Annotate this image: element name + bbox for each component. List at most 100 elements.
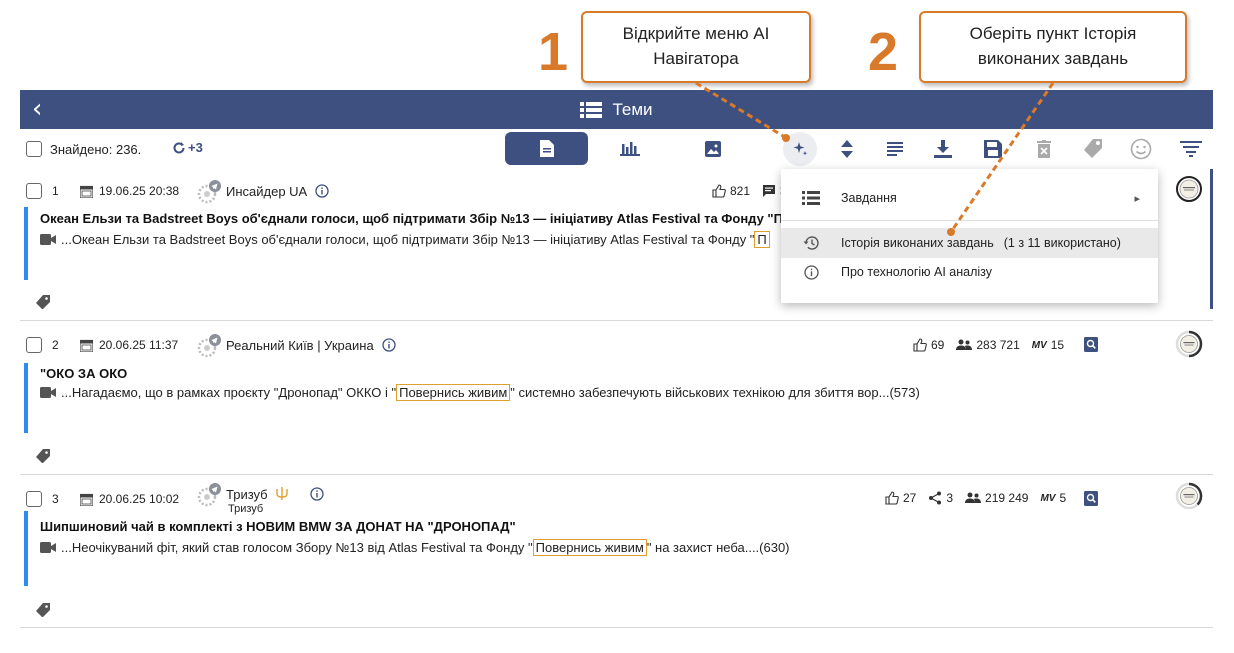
item-date: 20.06.25 11:37 bbox=[80, 338, 178, 352]
info-icon[interactable] bbox=[309, 487, 324, 501]
item-source[interactable]: Тризуб bbox=[196, 483, 324, 507]
refresh-button[interactable]: +3 bbox=[172, 140, 203, 155]
source-subtitle: Тризуб bbox=[228, 503, 264, 515]
source-avatar bbox=[196, 483, 221, 507]
tag-button[interactable] bbox=[1076, 133, 1110, 165]
source-avatar bbox=[196, 180, 221, 204]
search-doc-icon[interactable] bbox=[1084, 491, 1098, 506]
tab-analytics[interactable] bbox=[588, 132, 671, 165]
item-meta: 3 20.06.25 10:02 bbox=[26, 491, 179, 507]
tag-icon[interactable] bbox=[36, 295, 50, 309]
menu-item-usage: (1 з 11 використано) bbox=[1003, 236, 1121, 250]
item-number: 1 bbox=[52, 184, 59, 198]
relevance-bar bbox=[24, 207, 28, 280]
save-button[interactable] bbox=[976, 133, 1010, 165]
score-badge-icon bbox=[1176, 176, 1202, 202]
filter-button[interactable] bbox=[1174, 133, 1208, 165]
telegram-source-icon bbox=[197, 180, 221, 204]
video-icon bbox=[40, 542, 56, 553]
document-icon bbox=[539, 140, 554, 157]
share-icon bbox=[929, 491, 942, 505]
search-doc-icon[interactable] bbox=[1084, 337, 1098, 352]
calendar-icon bbox=[80, 493, 93, 506]
menu-item-history[interactable]: Історія виконаних завдань (1 з 11 викори… bbox=[781, 228, 1158, 258]
text-view-button[interactable] bbox=[878, 133, 912, 165]
item-source[interactable]: Реальний Київ | Украина bbox=[196, 334, 396, 358]
comment-icon bbox=[763, 185, 776, 197]
telegram-source-icon bbox=[197, 334, 221, 358]
telegram-source-icon bbox=[197, 483, 221, 507]
callout-2-text: Оберіть пункт Історія виконаних завдань bbox=[919, 11, 1187, 83]
sentiment-button[interactable] bbox=[1124, 133, 1158, 165]
header-bar: ‹ Теми bbox=[20, 90, 1213, 129]
text-icon bbox=[887, 142, 903, 156]
score-badge-icon bbox=[1175, 330, 1203, 358]
item-stats: 69 283 721 MV 15 bbox=[913, 338, 1064, 352]
source-name: Реальний Київ | Украина bbox=[226, 337, 374, 353]
keyword-highlight: П bbox=[754, 231, 770, 248]
item-meta: 1 19.06.25 20:38 bbox=[26, 183, 179, 199]
ai-navigator-button[interactable] bbox=[783, 132, 817, 166]
tag-icon[interactable] bbox=[36, 449, 50, 463]
item-checkbox[interactable] bbox=[26, 183, 42, 199]
like-icon bbox=[913, 338, 927, 352]
found-label: Знайдено: 236. bbox=[50, 141, 142, 157]
tab-images[interactable] bbox=[671, 132, 754, 165]
delete-icon bbox=[1037, 140, 1051, 158]
calendar-icon bbox=[80, 339, 93, 352]
callout-2-number: 2 bbox=[868, 22, 899, 82]
download-button[interactable] bbox=[926, 133, 960, 165]
mv-label: MV bbox=[1031, 339, 1047, 351]
info-icon[interactable] bbox=[315, 184, 329, 198]
info-icon[interactable] bbox=[382, 338, 396, 352]
sort-icon bbox=[841, 140, 853, 158]
refresh-label: +3 bbox=[188, 140, 203, 155]
chevron-right-icon: ▸ bbox=[1134, 192, 1140, 205]
item-number: 3 bbox=[52, 492, 59, 506]
sort-button[interactable] bbox=[830, 133, 864, 165]
item-title[interactable]: Океан Ельзи та Badstreet Boys об'єднали … bbox=[40, 211, 814, 226]
score-badge-icon bbox=[1175, 482, 1203, 510]
list-item[interactable]: 3 20.06.25 10:02 Тризуб Тризуб 27 3 219 … bbox=[20, 475, 1213, 628]
menu-divider bbox=[781, 220, 1158, 221]
filter-icon bbox=[1180, 141, 1202, 157]
header-title: Теми bbox=[612, 99, 653, 119]
keyword-highlight: Повернись живим bbox=[396, 384, 511, 401]
item-text: ...Неочікуваний фіт, який став голосом З… bbox=[40, 539, 790, 556]
item-source[interactable]: Инсайдер UA bbox=[196, 180, 329, 204]
like-icon bbox=[885, 491, 899, 505]
calendar-icon bbox=[80, 185, 93, 198]
item-stats: 821 3 bbox=[712, 184, 787, 198]
source-name: Инсайдер UA bbox=[226, 183, 308, 199]
refresh-icon bbox=[173, 141, 185, 153]
item-checkbox[interactable] bbox=[26, 491, 42, 507]
item-title[interactable]: "ОКО ЗА ОКО bbox=[40, 366, 127, 381]
toolbar: Знайдено: 236. +3 bbox=[20, 129, 1213, 169]
found-count: Знайдено: 236. bbox=[26, 141, 141, 157]
callout-1-text: Відкрийте меню AI Навігатора bbox=[581, 11, 811, 83]
mv-label: MV bbox=[1040, 492, 1056, 504]
select-all-checkbox[interactable] bbox=[26, 141, 42, 157]
like-icon bbox=[712, 184, 726, 198]
ai-navigator-menu: Завдання ▸ Історія виконаних завдань (1 … bbox=[781, 169, 1158, 303]
tab-documents[interactable] bbox=[505, 132, 588, 165]
delete-button[interactable] bbox=[1027, 133, 1061, 165]
relevance-bar bbox=[24, 511, 28, 586]
menu-item-label: Історія виконаних завдань bbox=[841, 236, 994, 250]
tag-icon[interactable] bbox=[36, 603, 50, 617]
source-avatar bbox=[196, 334, 221, 358]
item-title[interactable]: Шипшиновий чай в комплекті з НОВИМ BMW З… bbox=[40, 519, 516, 534]
screenshot-stage: 1 Відкрийте меню AI Навігатора 2 Оберіть… bbox=[0, 0, 1234, 653]
item-checkbox[interactable] bbox=[26, 337, 42, 353]
menu-item-about[interactable]: Про технологію AI аналізу bbox=[781, 257, 1158, 287]
item-text: ...Нагадаємо, що в рамках проєкту "Дроно… bbox=[40, 384, 920, 401]
menu-item-label: Про технологію AI аналізу bbox=[841, 265, 993, 279]
audience-icon bbox=[956, 339, 973, 350]
scrollbar-thumb[interactable] bbox=[1210, 169, 1213, 309]
save-icon bbox=[984, 140, 1002, 158]
menu-item-tasks[interactable]: Завдання ▸ bbox=[781, 183, 1158, 213]
list-icon bbox=[802, 191, 820, 205]
menu-item-label: Завдання bbox=[841, 191, 897, 205]
item-stats: 27 3 219 249 MV 5 bbox=[885, 491, 1066, 505]
list-item[interactable]: 2 20.06.25 11:37 Реальний Київ | Украина… bbox=[20, 321, 1213, 475]
